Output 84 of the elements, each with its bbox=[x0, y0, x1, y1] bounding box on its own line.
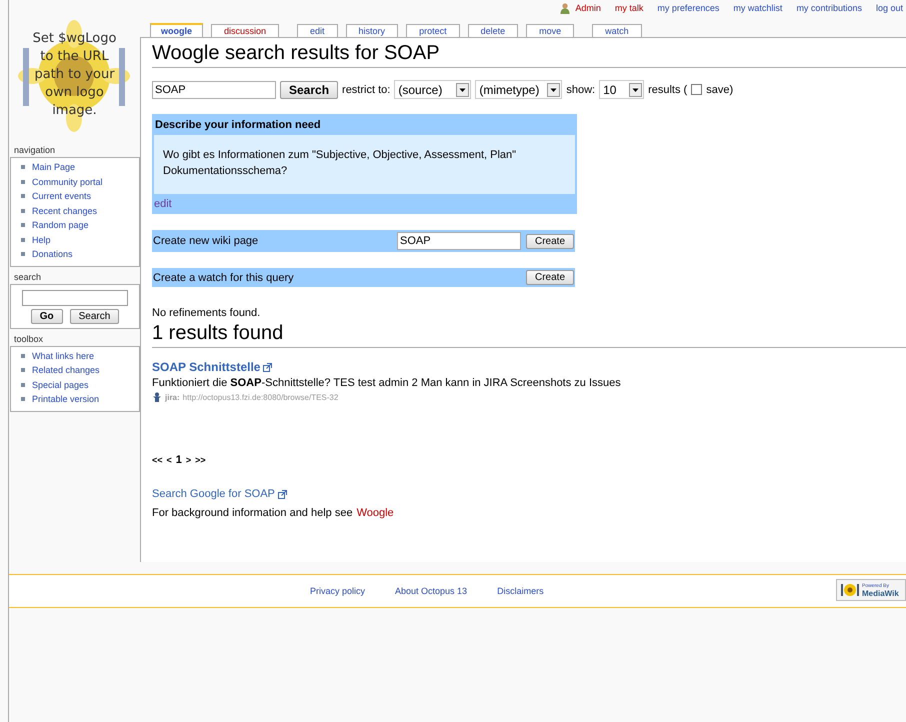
create-button[interactable]: Create bbox=[526, 270, 574, 285]
pager-item[interactable]: 1 bbox=[176, 454, 182, 466]
sidebar-link[interactable]: Printable version bbox=[32, 394, 100, 404]
go-button[interactable]: Go bbox=[30, 308, 63, 324]
portlet-heading: navigation bbox=[13, 144, 56, 157]
page-tab[interactable]: woogle bbox=[150, 23, 203, 37]
user-menu-link[interactable]: my talk bbox=[614, 3, 644, 13]
sidebar-link[interactable]: Current events bbox=[32, 191, 92, 202]
refinements-text: No refinements found. bbox=[152, 307, 260, 319]
pager-item[interactable]: << bbox=[152, 455, 163, 465]
page-title: Woogle search results for SOAP bbox=[152, 42, 906, 68]
footer-link[interactable]: About Octopus 13 bbox=[395, 586, 468, 596]
search-button[interactable]: Search bbox=[280, 80, 338, 98]
user-menu-link[interactable]: Admin bbox=[560, 2, 601, 14]
badge-name: MediaWik bbox=[862, 590, 899, 598]
page-tab[interactable]: history bbox=[346, 24, 398, 37]
dropdown[interactable]: (source) bbox=[394, 80, 472, 99]
user-menu-link[interactable]: my preferences bbox=[657, 3, 720, 13]
pager-item[interactable]: >> bbox=[195, 455, 206, 465]
pager-item[interactable]: > bbox=[186, 455, 192, 465]
create-page-label: Create new wiki page bbox=[153, 235, 260, 247]
sidebar-link[interactable]: Main Page bbox=[32, 162, 76, 172]
sidebar-link[interactable]: Related changes bbox=[32, 365, 100, 376]
result-snippet: Funktioniert die SOAP-Schnittstelle? TES test admin 2 Man kann in JIRA Screenshots zu Issues bbox=[152, 377, 621, 389]
portlet-heading: search bbox=[13, 270, 42, 284]
result-link[interactable]: SOAP Schnittstelle bbox=[152, 360, 272, 374]
external-link-icon bbox=[278, 490, 287, 498]
info-text: Wo gibt es Informationen zum "Subjective, Objective, Assessment, Plan" Dokumentationsschema? bbox=[163, 148, 518, 179]
search-field[interactable] bbox=[22, 290, 128, 306]
bullet-icon bbox=[21, 223, 25, 228]
user-icon bbox=[560, 2, 570, 14]
sidebar-link[interactable]: Random page bbox=[32, 220, 89, 230]
flower-icon bbox=[840, 582, 860, 598]
portlet-heading: toolbox bbox=[13, 332, 44, 346]
bullet-icon bbox=[21, 165, 25, 170]
page-name-field[interactable]: SOAP bbox=[396, 232, 521, 250]
bullet-icon bbox=[21, 180, 25, 184]
woogle-link[interactable]: Woogle bbox=[356, 507, 394, 519]
source-label: jira: bbox=[165, 392, 180, 402]
user-menu-link[interactable]: my watchlist bbox=[733, 3, 782, 13]
external-link-icon bbox=[263, 362, 272, 372]
sidebar-link[interactable]: Donations bbox=[32, 249, 73, 260]
bullet-icon bbox=[21, 238, 25, 242]
google-search-link[interactable]: Search Google for SOAP bbox=[152, 488, 287, 500]
bullet-icon bbox=[21, 194, 25, 198]
dropdown[interactable]: 10 bbox=[599, 80, 644, 99]
sidebar-link[interactable]: Community portal bbox=[32, 176, 103, 187]
page-tab[interactable]: move bbox=[526, 24, 574, 37]
sidebar-link[interactable]: Recent changes bbox=[32, 206, 98, 216]
user-menu-link[interactable]: my contributions bbox=[796, 3, 862, 13]
search-button[interactable]: Search bbox=[70, 308, 120, 324]
search-field[interactable]: SOAP bbox=[152, 80, 276, 98]
pager-item[interactable]: < bbox=[166, 455, 172, 465]
footer-link[interactable]: Disclaimers bbox=[497, 586, 544, 596]
page-tab[interactable]: edit bbox=[297, 24, 338, 37]
edit-link[interactable]: edit bbox=[153, 194, 576, 213]
results-heading: 1 results found bbox=[152, 322, 906, 348]
dropdown[interactable]: (mimetype) bbox=[475, 80, 562, 99]
bullet-icon bbox=[21, 397, 25, 402]
bullet-icon bbox=[21, 368, 25, 372]
create-button[interactable]: Create bbox=[526, 234, 574, 248]
page-tab[interactable]: watch bbox=[592, 24, 642, 37]
result-url: http://octopus13.fzi.de:8080/browse/TES-32 bbox=[182, 392, 338, 402]
save-checkbox[interactable] bbox=[691, 84, 702, 95]
panel-heading: Describe your information need bbox=[154, 118, 322, 133]
sidebar-link[interactable]: Special pages bbox=[32, 380, 89, 390]
bullet-icon bbox=[21, 252, 25, 256]
sidebar-link[interactable]: Help bbox=[32, 234, 51, 245]
page-tab[interactable]: delete bbox=[468, 24, 518, 37]
user-menu-link[interactable]: log out bbox=[876, 3, 903, 13]
save-label: save) bbox=[706, 84, 734, 96]
bullet-icon bbox=[21, 208, 25, 213]
page-tab[interactable]: protect bbox=[406, 24, 460, 37]
create-watch-label: Create a watch for this query bbox=[153, 272, 295, 284]
help-text: For background information and help see bbox=[152, 507, 353, 519]
restrict-label: restrict to: bbox=[342, 84, 390, 96]
bullet-icon bbox=[21, 354, 25, 358]
bullet-icon bbox=[21, 382, 25, 387]
sidebar-link[interactable]: What links here bbox=[32, 350, 94, 361]
footer-link[interactable]: Privacy policy bbox=[310, 586, 366, 596]
show-label: show: bbox=[566, 84, 596, 96]
source-icon bbox=[152, 392, 162, 402]
results-label: results ( bbox=[648, 84, 688, 96]
page-tab[interactable]: discussion bbox=[211, 24, 280, 37]
